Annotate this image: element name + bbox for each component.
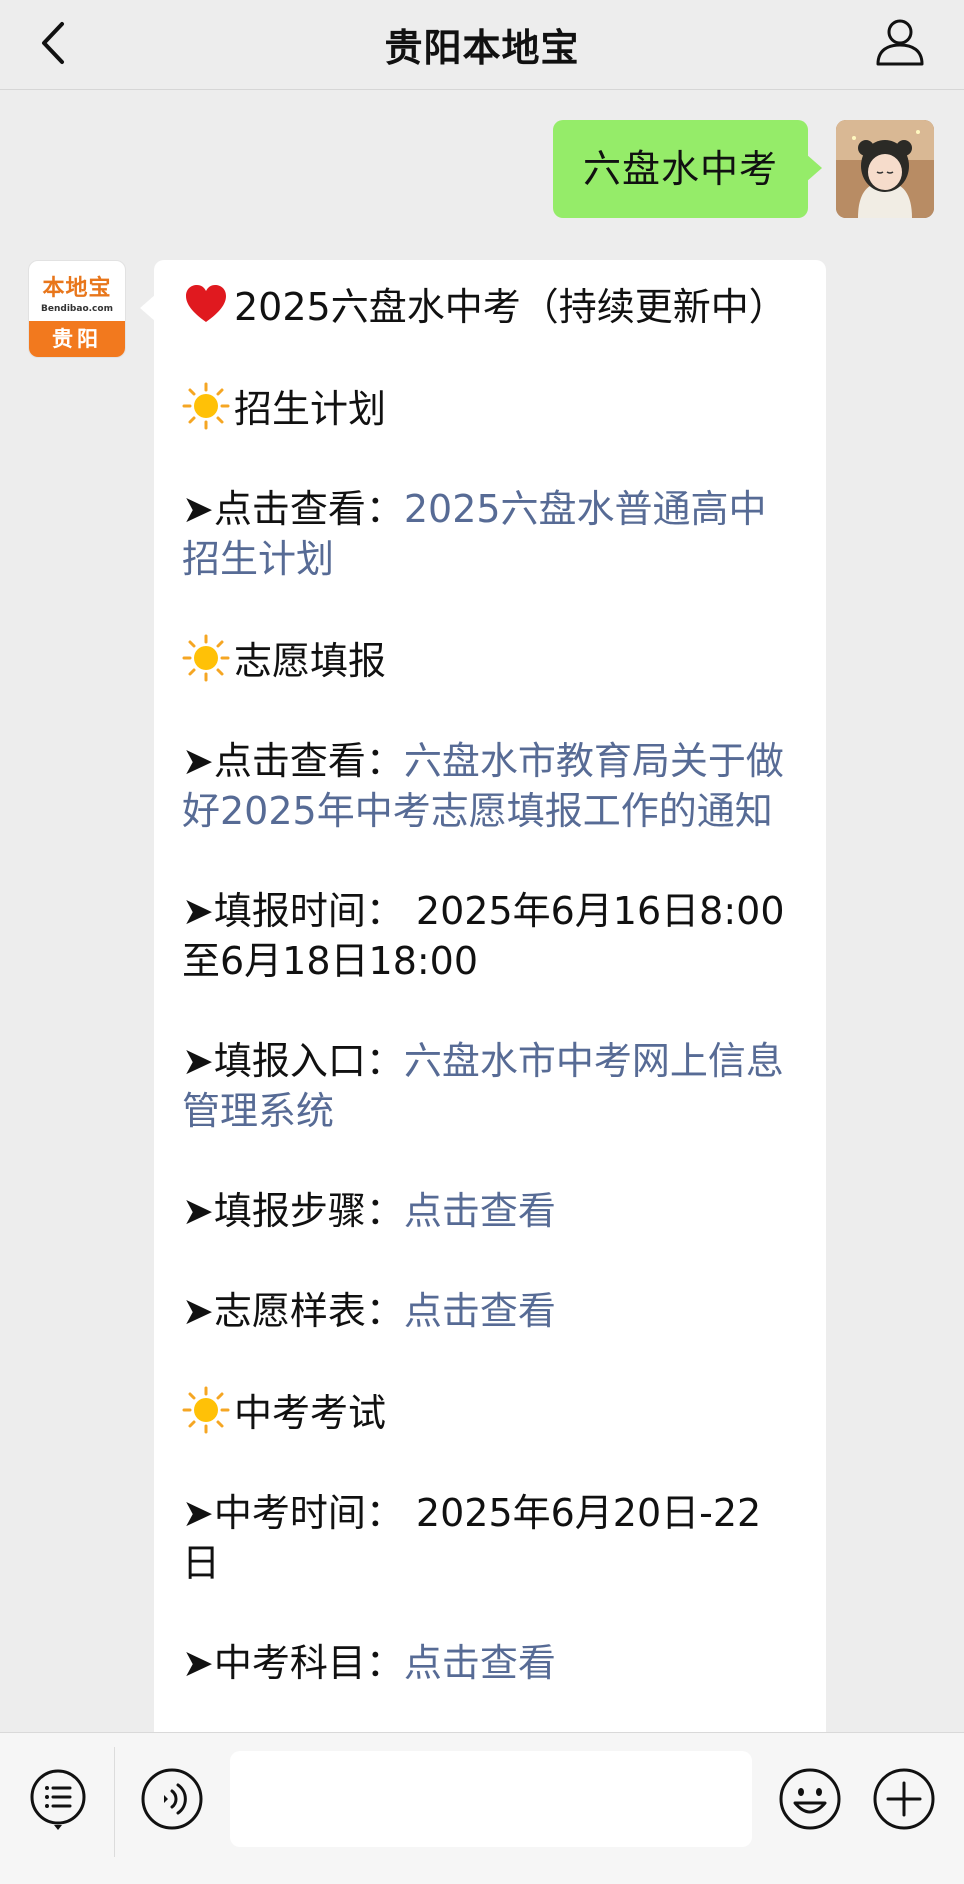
chevron-left-icon[interactable] — [34, 18, 74, 68]
sample-form-link[interactable]: 点击查看 — [404, 1289, 556, 1333]
section-title: 中考考试 — [182, 1386, 798, 1438]
item-label: ➤志愿样表： — [182, 1289, 404, 1333]
input-toolbar — [0, 1732, 964, 1884]
logo-top: 本地宝 Bendibao.com — [29, 261, 125, 323]
heading-text: 2025六盘水中考（持续更新中） — [234, 285, 787, 329]
nav-bar: 贵阳本地宝 — [0, 0, 964, 90]
page-title: 贵阳本地宝 — [384, 26, 580, 70]
list-item: ➤填报步骤：点击查看 — [182, 1186, 798, 1236]
section-title-text: 志愿填报 — [234, 639, 387, 683]
logo-name: 本地宝 — [42, 276, 112, 301]
list-item: ➤志愿样表：点击查看 — [182, 1286, 798, 1336]
person-icon[interactable] — [872, 14, 928, 70]
exam-subjects-link[interactable]: 点击查看 — [404, 1641, 556, 1685]
message-input[interactable] — [230, 1751, 752, 1847]
bot-message-row: 本地宝 Bendibao.com 贵阳 2025六盘水中考（持续更新中） 招生计… — [28, 260, 826, 1732]
toolbar-divider — [114, 1747, 115, 1857]
list-item: ➤填报时间： 2025年6月16日8:00至6月18日18:00 — [182, 889, 785, 983]
list-item: ➤填报入口：六盘水市中考网上信息管理系统 — [182, 1036, 798, 1136]
smiley-icon[interactable] — [778, 1767, 842, 1831]
item-label: ➤中考科目： — [182, 1641, 404, 1685]
application-steps-link[interactable]: 点击查看 — [404, 1189, 556, 1233]
logo-city: 贵阳 — [29, 321, 125, 357]
plus-icon[interactable] — [872, 1767, 936, 1831]
list-item: ➤中考时间： 2025年6月20日-22日 — [182, 1491, 762, 1585]
bot-avatar[interactable]: 本地宝 Bendibao.com 贵阳 — [28, 260, 126, 358]
sun-icon — [182, 382, 230, 430]
my-avatar[interactable] — [836, 120, 934, 218]
chat-area[interactable]: 六盘水中考 本地宝 Bendibao.com 贵阳 2025六盘水中考（持续更新… — [0, 90, 964, 1732]
list-menu-icon[interactable] — [26, 1767, 90, 1831]
logo-site: Bendibao.com — [41, 304, 113, 314]
my-message-row: 六盘水中考 — [552, 120, 934, 218]
item-label: ➤点击查看： — [182, 487, 404, 531]
bot-message-bubble: 2025六盘水中考（持续更新中） 招生计划 ➤点击查看：2025六盘水普通高中招… — [140, 260, 826, 1732]
voice-icon[interactable] — [140, 1767, 204, 1831]
heading-line: 2025六盘水中考（持续更新中） — [182, 280, 798, 332]
item-label: ➤填报步骤： — [182, 1189, 404, 1233]
section-title-text: 招生计划 — [234, 387, 387, 431]
my-message-bubble[interactable]: 六盘水中考 — [552, 120, 823, 218]
section-title: 招生计划 — [182, 382, 798, 434]
section-title: 志愿填报 — [182, 634, 798, 686]
item-label: ➤点击查看： — [182, 739, 404, 783]
item-label: ➤填报入口： — [182, 1039, 404, 1083]
heart-icon — [186, 285, 226, 322]
sun-icon — [182, 634, 230, 682]
section-title-text: 中考考试 — [234, 1391, 387, 1435]
list-item: ➤点击查看：六盘水市教育局关于做好2025年中考志愿填报工作的通知 — [182, 736, 798, 836]
avatar-illustration — [836, 120, 934, 218]
list-item: ➤中考科目：点击查看 — [182, 1638, 798, 1688]
list-item: ➤点击查看：2025六盘水普通高中招生计划 — [182, 484, 798, 584]
sun-icon — [182, 1386, 230, 1434]
